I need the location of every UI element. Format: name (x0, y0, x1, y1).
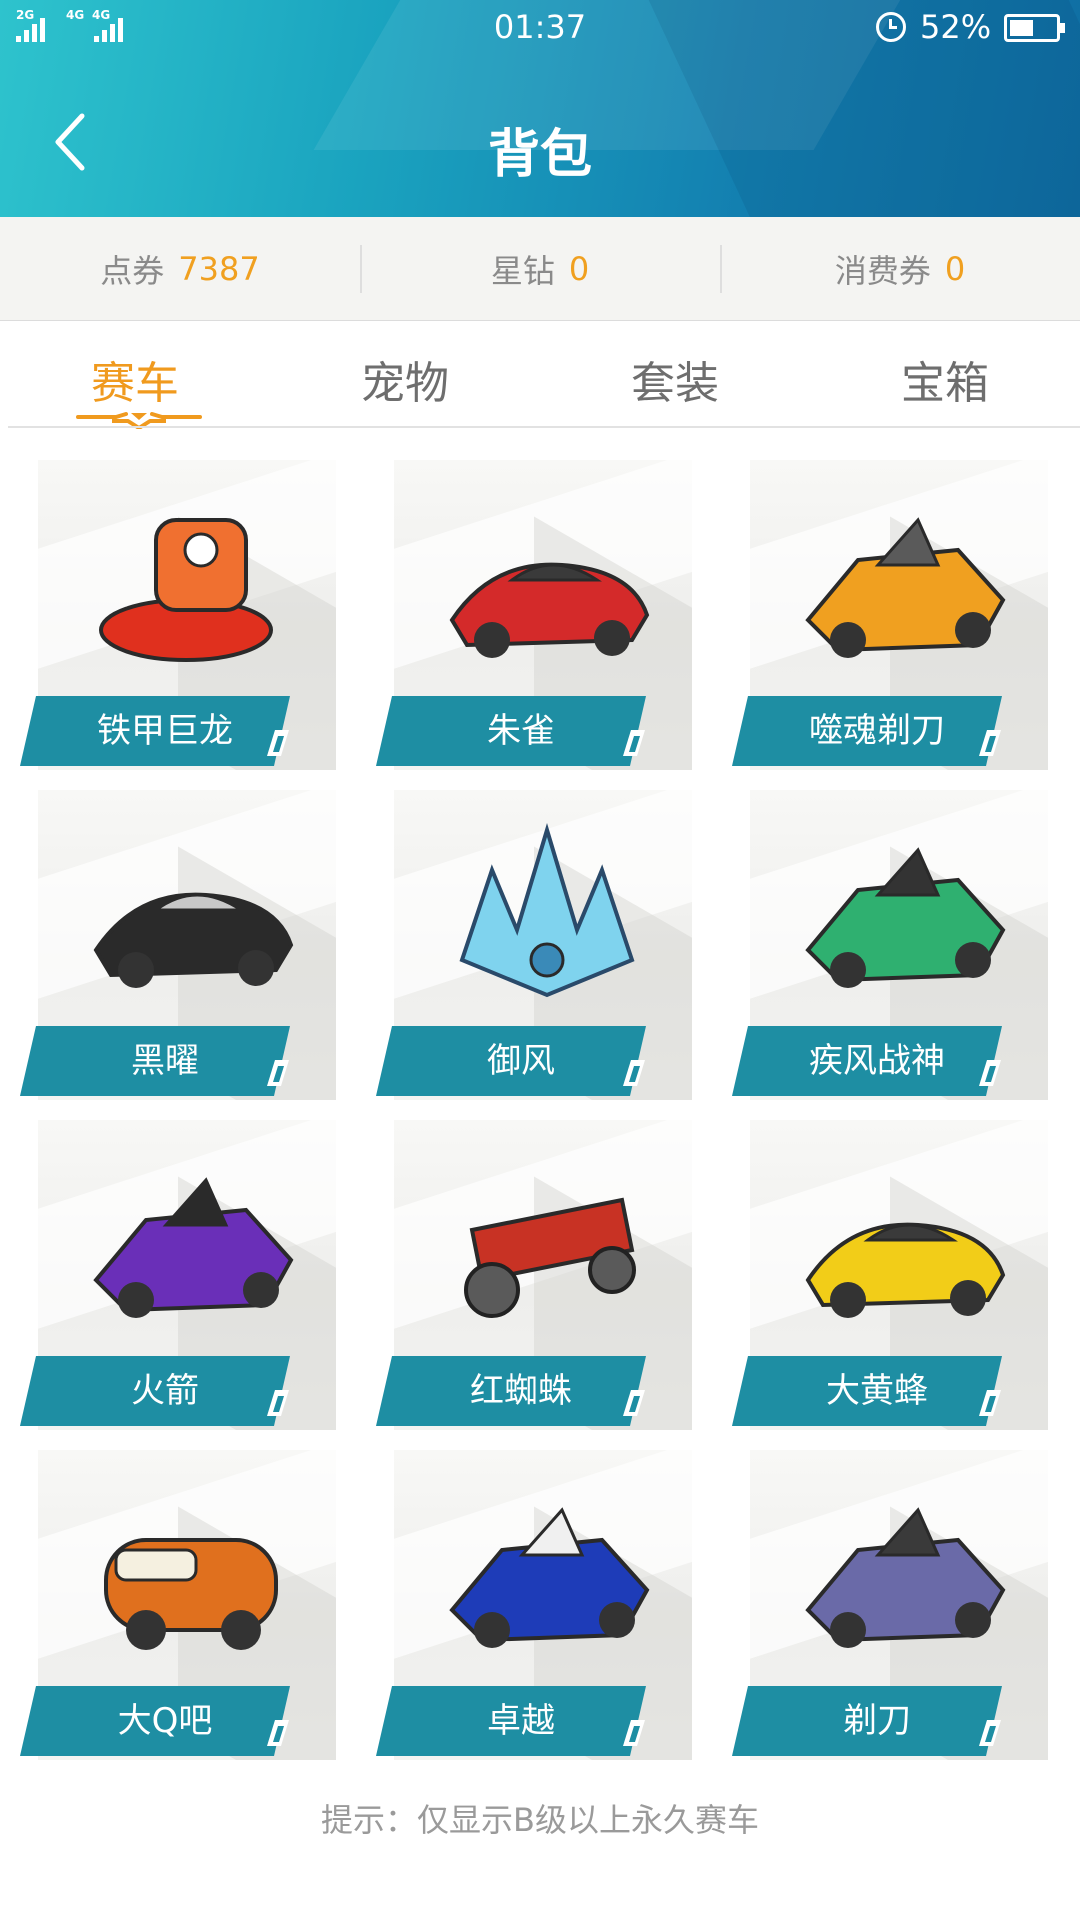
tab-outfits[interactable]: 套装 (540, 321, 810, 426)
car-name: 大Q吧 (117, 1701, 213, 1741)
ribbon-slash-icon (623, 1060, 645, 1086)
car-card[interactable]: 大黄蜂 (732, 1120, 1052, 1430)
car-name: 朱雀 (487, 711, 555, 751)
battery-percent: 52% (920, 8, 992, 46)
currency-dianquan: 点券 7387 (0, 217, 360, 320)
backpack-screen: { "status_bar": {"signal_1": "2G", "sign… (0, 0, 1080, 1920)
ribbon-slash-icon (623, 730, 645, 756)
car-image (449, 562, 650, 658)
status-bar: 2G 4G 4G 01:37 52% (0, 0, 1080, 54)
car-card[interactable]: 火箭 (20, 1120, 340, 1430)
battery-icon (1004, 14, 1065, 42)
page-title: 背包 (487, 125, 592, 185)
car-image (805, 1222, 1006, 1318)
car-image (459, 823, 635, 998)
car-card[interactable]: 御风 (376, 790, 696, 1100)
tab-label: 套装 (631, 358, 719, 409)
car-image (99, 518, 273, 662)
category-tabs: 赛车 宠物 套装 宝箱 (0, 321, 1080, 429)
ribbon-slash-icon (979, 1720, 1001, 1746)
ribbon-slash-icon (623, 1720, 645, 1746)
ribbon-slash-icon (979, 1390, 1001, 1416)
ribbon-slash-icon (979, 730, 1001, 756)
car-card[interactable]: 朱雀 (376, 460, 696, 770)
car-card[interactable]: 大Q吧 (20, 1450, 340, 1760)
car-image (805, 847, 1006, 988)
currency-label: 消费券 (834, 251, 931, 290)
car-name: 大黄蜂 (826, 1371, 928, 1411)
car-image (104, 1538, 278, 1650)
ribbon-slash-icon (623, 1390, 645, 1416)
tab-label: 宠物 (361, 358, 449, 409)
car-image (805, 1507, 1006, 1648)
car-card[interactable]: 卓越 (376, 1450, 696, 1760)
car-name: 噬魂剃刀 (809, 711, 945, 751)
ribbon-slash-icon (979, 1060, 1001, 1086)
currency-xiaofeiquan: 消费券 0 (720, 217, 1080, 320)
alarm-icon (876, 12, 906, 42)
ribbon-slash-icon (267, 730, 289, 756)
car-name: 铁甲巨龙 (97, 711, 233, 751)
car-name: 剃刀 (843, 1701, 911, 1741)
currency-label: 点券 (100, 251, 165, 290)
currency-bar: 点券 7387 星钻 0 消费券 0 (0, 217, 1080, 321)
currency-value: 0 (944, 249, 966, 288)
car-card[interactable]: 铁甲巨龙 (20, 460, 340, 770)
car-name: 火箭 (131, 1371, 199, 1411)
clock: 01:37 (493, 8, 587, 46)
currency-xingzuan: 星钻 0 (360, 217, 720, 320)
tab-chests[interactable]: 宝箱 (810, 321, 1080, 426)
car-name: 黑曜 (131, 1041, 199, 1081)
car-image (464, 1197, 636, 1318)
car-image (449, 1507, 650, 1648)
car-name: 卓越 (487, 1701, 555, 1741)
tab-cars[interactable]: 赛车 (0, 321, 270, 429)
tab-pets[interactable]: 宠物 (270, 321, 540, 426)
car-card[interactable]: 红蜘蛛 (376, 1120, 696, 1430)
car-card[interactable]: 疾风战神 (732, 790, 1052, 1100)
app-header: 2G 4G 4G 01:37 52% 背包 (0, 0, 1080, 217)
currency-value: 0 (568, 249, 590, 288)
car-name: 御风 (487, 1041, 555, 1081)
tab-label: 宝箱 (901, 358, 989, 409)
car-name: 红蜘蛛 (470, 1371, 572, 1411)
car-image (93, 892, 294, 988)
car-card[interactable]: 剃刀 (732, 1450, 1052, 1760)
car-image (805, 517, 1006, 658)
tab-label: 赛车 (91, 358, 179, 409)
currency-label: 星钻 (490, 251, 555, 290)
tab-divider (8, 426, 1080, 428)
ribbon-slash-icon (267, 1720, 289, 1746)
hint-text: 提示：仅显示B级以上永久赛车 (321, 1801, 759, 1839)
car-card[interactable]: 黑曜 (20, 790, 340, 1100)
car-image (93, 1177, 294, 1318)
ribbon-slash-icon (267, 1060, 289, 1086)
car-name: 疾风战神 (809, 1041, 945, 1081)
car-card[interactable]: 噬魂剃刀 (732, 460, 1052, 770)
ribbon-slash-icon (267, 1390, 289, 1416)
currency-value: 7387 (178, 249, 260, 288)
